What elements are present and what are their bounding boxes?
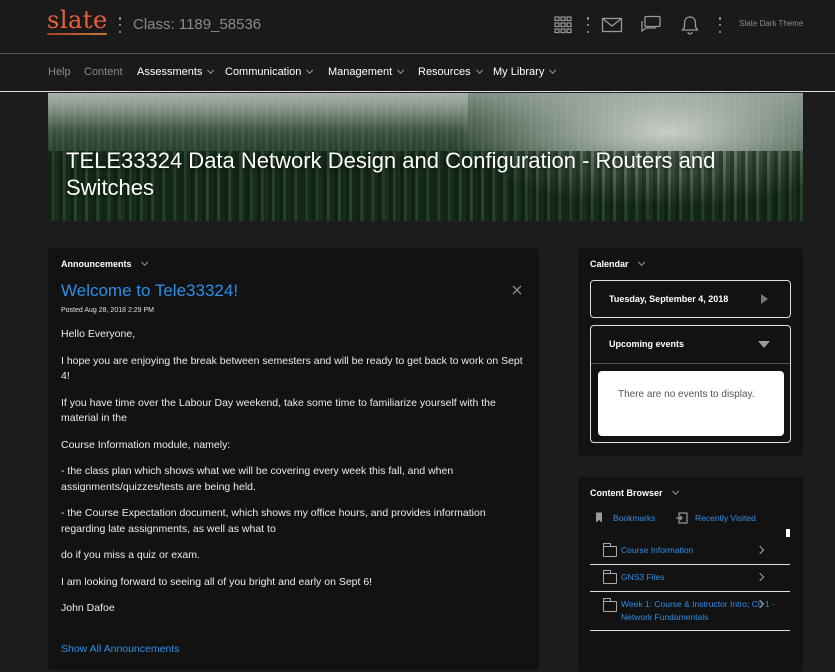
scrollbar-thumb[interactable] bbox=[786, 529, 790, 537]
folder-icon bbox=[602, 543, 617, 557]
chevron-down-icon bbox=[637, 258, 645, 266]
chevron-right-icon bbox=[755, 572, 765, 582]
announcement-paragraph: - the Course Expectation document, which… bbox=[61, 507, 486, 535]
chevron-down-icon bbox=[549, 66, 557, 74]
announcement-title[interactable]: Welcome to Tele33324! bbox=[61, 281, 238, 301]
show-all-announcements-link[interactable]: Show All Announcements bbox=[61, 643, 180, 655]
announcement-posted-date: Posted Aug 28, 2018 2:29 PM bbox=[61, 307, 155, 314]
theme-label: Slate Dark Theme bbox=[739, 19, 804, 28]
nav-item-my-library[interactable]: My Library bbox=[493, 66, 557, 78]
folder-icon bbox=[602, 598, 617, 612]
chevron-down-icon bbox=[306, 66, 314, 74]
announcement-paragraph: I am looking forward to seeing all of yo… bbox=[61, 575, 373, 588]
calendar-header[interactable]: Calendar bbox=[590, 258, 645, 269]
course-title: TELE33324 Data Network Design and Config… bbox=[66, 148, 716, 200]
recent-visit-icon bbox=[676, 512, 688, 524]
bookmarks-tab[interactable]: Bookmarks bbox=[595, 512, 656, 523]
upcoming-events-label: Upcoming events bbox=[609, 339, 685, 349]
recently-visited-tab[interactable]: Recently Visited bbox=[675, 512, 756, 524]
vertical-divider-icon bbox=[718, 17, 722, 33]
bookmark-icon bbox=[596, 512, 602, 523]
announcement-signature: John Dafoe bbox=[61, 602, 115, 614]
class-label: Class: 1189_58536 bbox=[133, 16, 262, 33]
slate-logo[interactable]: slate bbox=[47, 6, 108, 34]
announcement-paragraph: Course Information module, namely: bbox=[61, 438, 231, 451]
content-browser-header[interactable]: Content Browser bbox=[590, 487, 679, 498]
content-item-week-1[interactable]: Week 1: Course & Instructor Intro; Ch 1 … bbox=[590, 592, 790, 631]
announcement-paragraph: do if you miss a quiz or exam. bbox=[61, 549, 200, 561]
chevron-right-icon bbox=[755, 545, 765, 555]
announcements-panel: Announcements Welcome to Tele33324! Post… bbox=[48, 248, 539, 670]
content-item-gns3-files[interactable]: GNS3 Files bbox=[590, 565, 790, 592]
banner-fog bbox=[48, 93, 468, 133]
announcement-body: Hello Everyone, I hope you are enjoying … bbox=[61, 327, 526, 628]
no-events-message: There are no events to display. bbox=[598, 371, 784, 436]
announcement-paragraph: Hello Everyone, bbox=[61, 328, 136, 340]
nav-item-management[interactable]: Management bbox=[328, 66, 405, 78]
mail-icon[interactable] bbox=[600, 14, 624, 36]
nav-item-assessments[interactable]: Assessments bbox=[137, 66, 215, 78]
logo-underline bbox=[47, 33, 107, 35]
content-item-course-information[interactable]: Course Information bbox=[590, 537, 790, 565]
announcements-header[interactable]: Announcements bbox=[61, 258, 148, 269]
vertical-divider-icon bbox=[586, 17, 590, 33]
nav-item-content[interactable]: Content bbox=[84, 66, 123, 78]
folder-icon bbox=[602, 570, 617, 584]
top-bar: slate Class: 1189_58536 Slate Dark Theme bbox=[0, 0, 835, 54]
chevron-down-icon bbox=[140, 258, 148, 266]
upcoming-events-box: Upcoming events There are no events to d… bbox=[590, 325, 791, 443]
nav-bar: Help Content Assessments Communication M… bbox=[0, 55, 835, 92]
chat-icon[interactable] bbox=[639, 14, 663, 36]
chevron-down-icon bbox=[397, 66, 405, 74]
course-banner: TELE33324 Data Network Design and Config… bbox=[48, 93, 803, 221]
nav-item-communication[interactable]: Communication bbox=[225, 66, 314, 78]
vertical-divider-icon bbox=[118, 17, 122, 33]
bell-icon[interactable] bbox=[678, 14, 702, 36]
nav-item-help[interactable]: Help bbox=[48, 66, 71, 78]
chevron-down-icon bbox=[475, 66, 483, 74]
collapse-triangle-icon[interactable] bbox=[758, 341, 770, 348]
next-day-icon[interactable] bbox=[761, 294, 768, 304]
grid-icon[interactable] bbox=[551, 14, 575, 36]
nav-item-resources[interactable]: Resources bbox=[418, 66, 483, 78]
content-browser-panel: Content Browser Bookmarks Recently Visit… bbox=[578, 477, 803, 672]
calendar-date: Tuesday, September 4, 2018 bbox=[609, 294, 729, 304]
chevron-down-icon bbox=[671, 487, 679, 495]
upcoming-events-header[interactable]: Upcoming events bbox=[591, 326, 790, 364]
announcement-paragraph: I hope you are enjoying the break betwee… bbox=[61, 354, 523, 383]
close-icon[interactable] bbox=[511, 283, 523, 295]
announcement-paragraph: If you have time over the Labour Day wee… bbox=[61, 396, 496, 425]
announcement-paragraph: - the class plan which shows what we wil… bbox=[61, 465, 454, 493]
calendar-date-selector[interactable]: Tuesday, September 4, 2018 bbox=[590, 280, 791, 318]
calendar-panel: Calendar Tuesday, September 4, 2018 Upco… bbox=[578, 248, 803, 456]
chevron-down-icon bbox=[207, 66, 215, 74]
